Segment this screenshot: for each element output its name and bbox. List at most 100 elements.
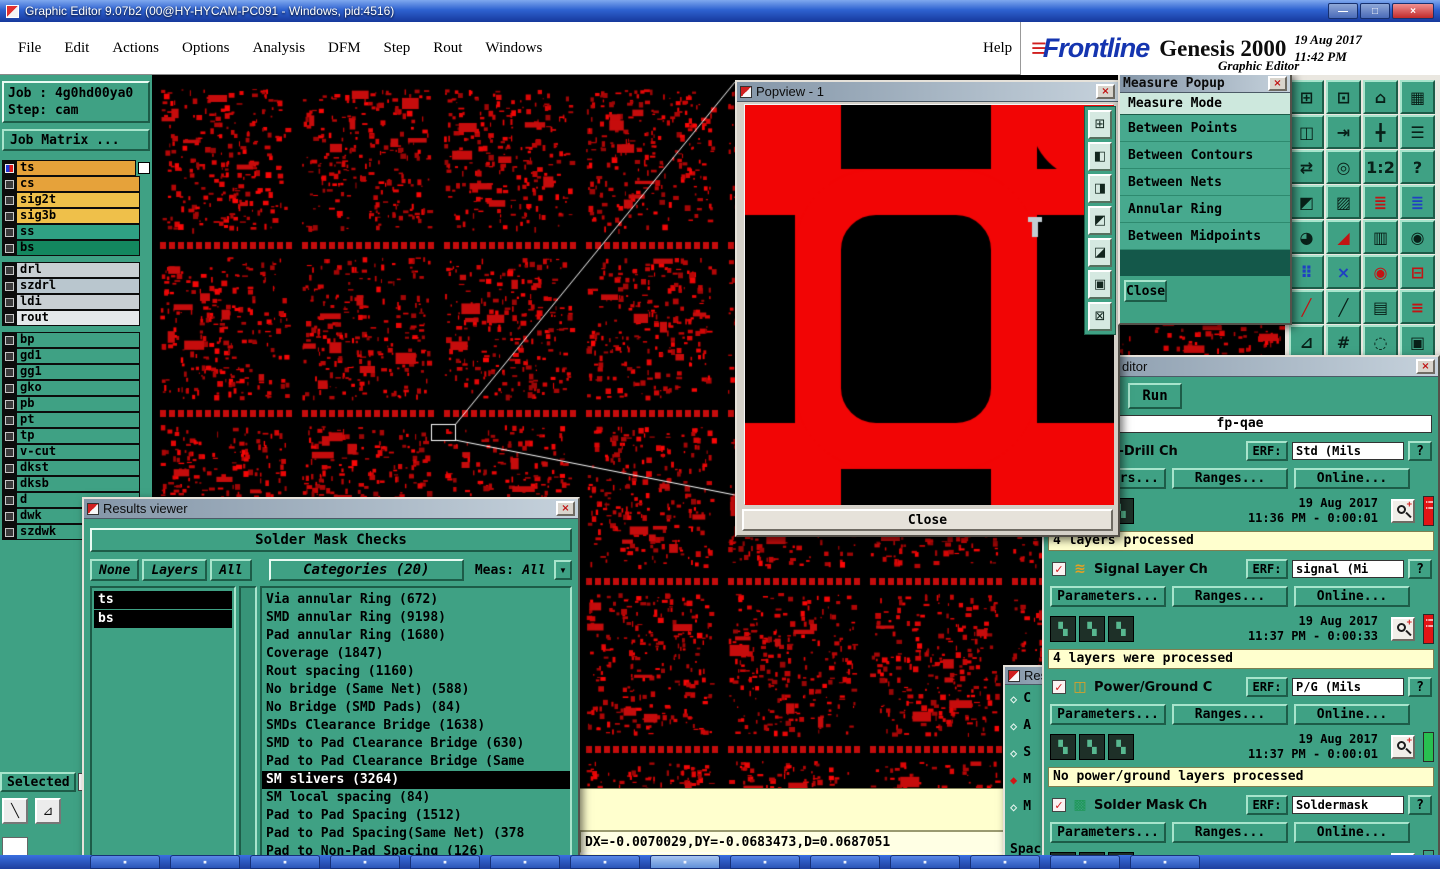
layer-visibility-checkbox[interactable] xyxy=(2,160,16,176)
pan-icon[interactable]: ◎ xyxy=(1326,150,1361,184)
result-view-icon[interactable]: ▚ xyxy=(1108,616,1134,642)
layer-visibility-checkbox[interactable] xyxy=(2,208,16,224)
ranges-button[interactable]: Ranges... xyxy=(1172,585,1288,607)
erf-help-button[interactable]: ? xyxy=(1408,559,1432,579)
layer-visibility-checkbox[interactable] xyxy=(2,380,16,396)
layer-row[interactable]: rout xyxy=(0,310,152,326)
layer-visibility-checkbox[interactable] xyxy=(2,224,16,240)
layer-visibility-checkbox[interactable] xyxy=(2,294,16,310)
popview-content[interactable] xyxy=(744,104,1114,505)
menu-item[interactable]: Edit xyxy=(64,40,89,57)
erf-button[interactable]: ERF: xyxy=(1246,795,1288,815)
sheet-icon[interactable]: ▤ xyxy=(1363,290,1398,324)
menu-item[interactable]: File xyxy=(18,40,41,57)
layer-visibility-checkbox[interactable] xyxy=(2,524,16,540)
layer-visibility-checkbox[interactable] xyxy=(2,176,16,192)
results-category-item[interactable]: Via annular Ring (672) xyxy=(262,591,570,609)
layer-visibility-checkbox[interactable] xyxy=(2,460,16,476)
taskbar-app-button[interactable]: ▪ xyxy=(90,855,160,869)
results-category-item[interactable]: Coverage (1847) xyxy=(262,645,570,663)
results-scrollbar[interactable] xyxy=(239,586,257,865)
erf-help-button[interactable]: ? xyxy=(1408,441,1432,461)
measure-close-button[interactable]: Close xyxy=(1124,280,1168,302)
layer-row[interactable]: dksb xyxy=(0,476,152,492)
measure-mode-item[interactable]: Between Points xyxy=(1120,115,1290,142)
results-layer-item[interactable]: bs xyxy=(94,610,232,628)
results-category-item[interactable]: SM local spacing (84) xyxy=(262,789,570,807)
layer-visibility-checkbox[interactable] xyxy=(2,412,16,428)
erf-field[interactable]: Std (Mils xyxy=(1292,442,1404,460)
menu-item[interactable]: Windows xyxy=(485,40,542,57)
result-view-icon[interactable]: ▚ xyxy=(1079,616,1105,642)
popup-matrix-icon[interactable]: ⊞ xyxy=(1289,80,1324,114)
layer-name[interactable]: pt xyxy=(16,412,140,428)
layer-row[interactable]: szdrl xyxy=(0,278,152,294)
home-icon[interactable]: ⌂ xyxy=(1363,80,1398,114)
layer-visibility-checkbox[interactable] xyxy=(2,278,16,294)
results-category-item[interactable]: No bridge (Same Net) (588) xyxy=(262,681,570,699)
layer-visibility-checkbox[interactable] xyxy=(2,444,16,460)
menu-item[interactable]: DFM xyxy=(328,40,361,57)
check-enabled-checkbox[interactable]: ✓ xyxy=(1052,680,1066,694)
hash-icon[interactable]: # xyxy=(1326,325,1361,359)
job-matrix-button[interactable]: Job Matrix ... xyxy=(2,129,150,151)
table-icon[interactable]: ⊟ xyxy=(1400,255,1435,289)
parameters-button[interactable]: Parameters... xyxy=(1050,703,1166,725)
copy-window-icon[interactable]: ⊡ xyxy=(1326,80,1361,114)
zoom-results-button[interactable]: + xyxy=(1391,499,1415,523)
layer-visibility-checkbox[interactable] xyxy=(2,240,16,256)
measure-mode-item[interactable]: Annular Ring xyxy=(1120,196,1290,223)
layer-name[interactable]: rout xyxy=(16,310,140,326)
erf-button[interactable]: ERF: xyxy=(1246,441,1288,461)
mask-icon[interactable]: ◩ xyxy=(1289,185,1324,219)
popview-close-button[interactable]: Close xyxy=(742,509,1113,531)
layer-name[interactable]: tp xyxy=(16,428,140,444)
results-category-item[interactable]: SM slivers (3264) xyxy=(262,771,570,789)
layer-row[interactable]: ts xyxy=(0,160,152,176)
layer-name[interactable]: gd1 xyxy=(16,348,140,364)
ranges-button[interactable]: Ranges... xyxy=(1172,821,1288,843)
layer-row[interactable]: sig3b xyxy=(0,208,152,224)
erf-field[interactable]: signal (Mi xyxy=(1292,560,1404,578)
taskbar-app-button[interactable]: ▪ xyxy=(490,855,560,869)
layer-row[interactable]: gg1 xyxy=(0,364,152,380)
results-category-item[interactable]: No Bridge (SMD Pads) (84) xyxy=(262,699,570,717)
pane-right-icon[interactable]: ◨ xyxy=(1088,174,1112,203)
ranges-button[interactable]: Ranges... xyxy=(1172,703,1288,725)
popview-titlebar[interactable]: Popview - 1 × xyxy=(737,82,1118,102)
delete-icon[interactable]: × xyxy=(1326,255,1361,289)
layer-visibility-checkbox[interactable] xyxy=(2,310,16,326)
shape-select-icon[interactable]: ⊿ xyxy=(35,798,61,824)
menu-item[interactable]: Actions xyxy=(112,40,159,57)
measure-close-icon[interactable]: × xyxy=(1268,76,1287,91)
layer-visibility-checkbox[interactable] xyxy=(2,262,16,278)
layer-row[interactable]: gd1 xyxy=(0,348,152,364)
measure-mode-item[interactable]: Between Nets xyxy=(1120,169,1290,196)
erf-help-button[interactable]: ? xyxy=(1408,677,1432,697)
layer-name[interactable]: gko xyxy=(16,380,140,396)
check-enabled-checkbox[interactable]: ✓ xyxy=(1052,798,1066,812)
layer-name[interactable]: bp xyxy=(16,332,140,348)
results-viewer-titlebar[interactable]: Results viewer × xyxy=(84,499,578,519)
menu-help[interactable]: Help xyxy=(983,22,1012,75)
swap-icon[interactable]: ⇄ xyxy=(1289,150,1324,184)
pane-bottom-icon[interactable]: ◪ xyxy=(1088,238,1112,267)
taskbar-app-button[interactable]: ▪ xyxy=(1130,855,1200,869)
layer-row[interactable]: gko xyxy=(0,380,152,396)
results-category-item[interactable]: Pad to Pad Spacing (1512) xyxy=(262,807,570,825)
layer-visibility-checkbox[interactable] xyxy=(2,192,16,208)
layer-list-blue-icon[interactable]: ≣ xyxy=(1400,185,1435,219)
line-select-icon[interactable]: ╲ xyxy=(2,798,28,824)
taskbar-app-button[interactable]: ▪ xyxy=(570,855,640,869)
layer-name[interactable]: bs xyxy=(16,240,140,256)
taskbar-app-button[interactable]: ▪ xyxy=(810,855,880,869)
online-button[interactable]: Online... xyxy=(1294,585,1410,607)
window-titlebar[interactable]: Graphic Editor 9.07b2 (00@HY-HYCAM-PC091… xyxy=(0,0,1440,22)
menu-item[interactable]: Step xyxy=(384,40,411,57)
menu-item[interactable]: Rout xyxy=(433,40,462,57)
layer-row[interactable]: sig2t xyxy=(0,192,152,208)
taskbar-app-button[interactable]: ▪ xyxy=(730,855,800,869)
layer-visibility-checkbox[interactable] xyxy=(2,508,16,524)
target-icon[interactable]: ◉ xyxy=(1400,220,1435,254)
layer-row[interactable]: tp xyxy=(0,428,152,444)
